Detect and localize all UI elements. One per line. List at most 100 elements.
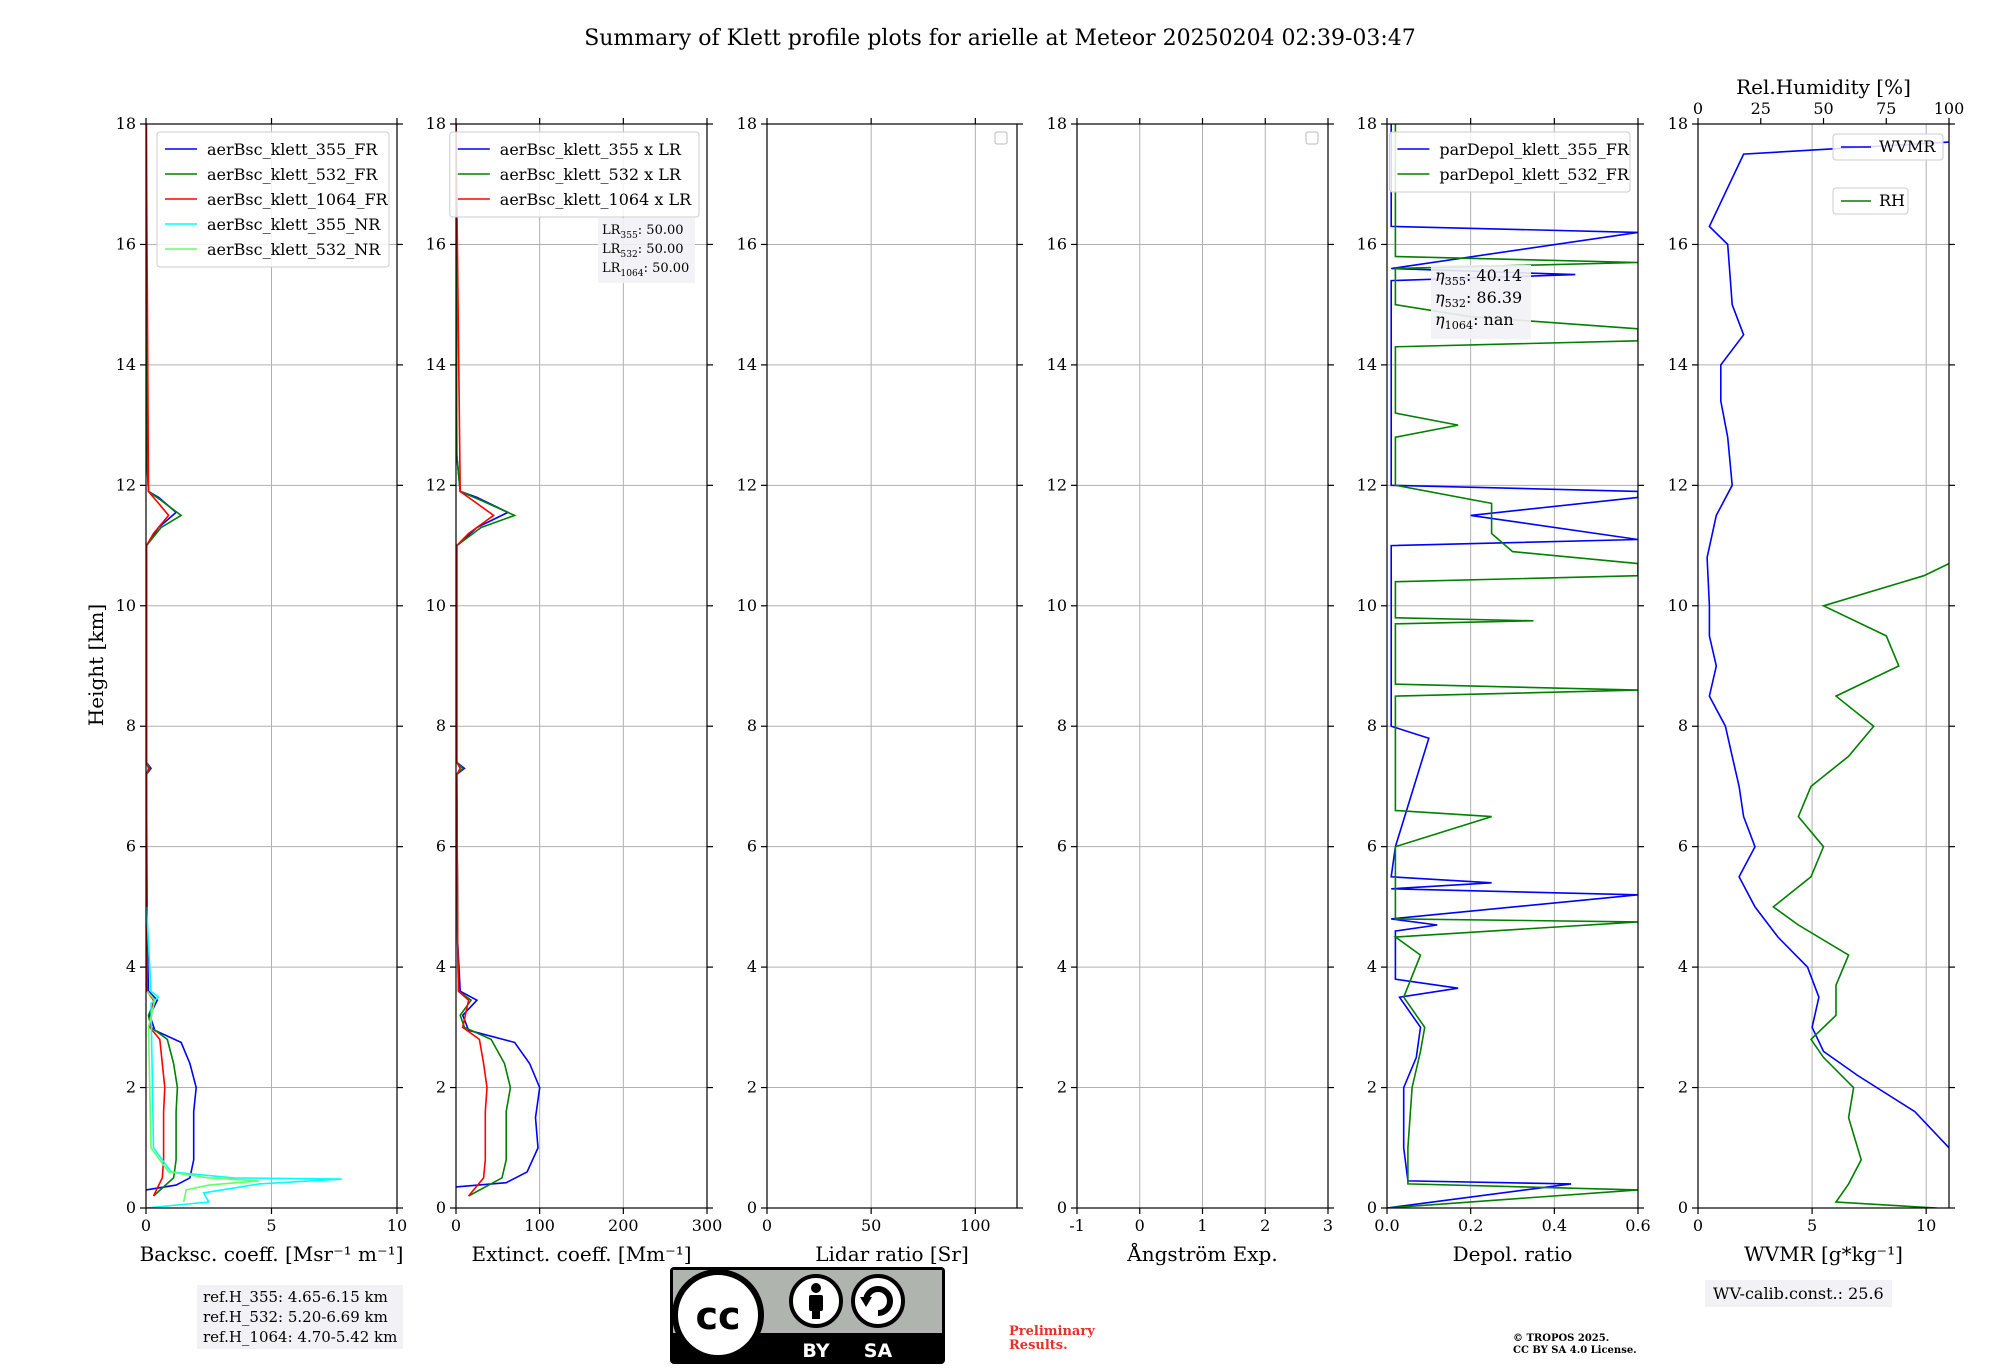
y-tick-label: 0 <box>1367 1198 1377 1217</box>
y-tick-label: 18 <box>426 114 446 133</box>
y-tick-label: 0 <box>126 1198 136 1217</box>
empty-legend-box <box>994 131 1008 145</box>
annotation-subscript: 532 <box>620 250 637 260</box>
y-tick-label: 16 <box>1668 234 1688 253</box>
annotation-value: : nan <box>1473 310 1514 329</box>
y-tick-label: 10 <box>1357 596 1377 615</box>
x-tick-label: 10 <box>1916 1216 1936 1235</box>
legend-wvmr: WVMR <box>1832 133 1944 161</box>
y-tick-label: 18 <box>1668 114 1688 133</box>
x-axis-label: WVMR [g*kg⁻¹] <box>1744 1242 1903 1266</box>
preliminary-line-1: Preliminary <box>1009 1324 1095 1339</box>
y-tick-label: 12 <box>737 475 757 494</box>
y-tick-label: 8 <box>1678 716 1688 735</box>
annotation-value: : 40.14 <box>1466 266 1522 285</box>
y-tick-label: 8 <box>747 716 757 735</box>
annotation-symbol: LR <box>602 223 622 238</box>
y-tick-label: 4 <box>1678 957 1688 976</box>
y-tick-label: 6 <box>1678 837 1688 856</box>
annotation-symbol: η <box>1435 288 1445 307</box>
x-tick-label: 0.2 <box>1458 1216 1483 1235</box>
x-tick-label: 100 <box>960 1216 991 1235</box>
series-group <box>1706 141 1949 1208</box>
annotation-symbol: η <box>1435 266 1445 285</box>
x-axis-label: Lidar ratio [Sr] <box>815 1242 969 1266</box>
y-tick-label: 4 <box>1367 957 1377 976</box>
y-tick-label: 12 <box>1668 475 1688 494</box>
legend-label: aerBsc_klett_532 x LR <box>500 165 682 184</box>
empty-legend-box <box>1305 131 1319 145</box>
y-tick-label: 10 <box>1047 596 1067 615</box>
legend-label: aerBsc_klett_1064_FR <box>207 190 389 209</box>
x-tick-label: 0.4 <box>1542 1216 1567 1235</box>
y-tick-label: 4 <box>436 957 446 976</box>
y-tick-label: 0 <box>436 1198 446 1217</box>
y-tick-label: 18 <box>116 114 136 133</box>
copyright-line-1: © TROPOS 2025. <box>1513 1333 1610 1344</box>
y-tick-label: 14 <box>1357 355 1377 374</box>
y-tick-label: 14 <box>426 355 446 374</box>
figure-title: Summary of Klett profile plots for ariel… <box>584 26 1416 51</box>
y-tick-label: 12 <box>1357 475 1377 494</box>
annotation-subscript: 532 <box>1445 297 1466 310</box>
wv-calibration-text: WV-calib.const.: 25.6 <box>1713 1284 1884 1303</box>
y-tick-label: 12 <box>116 475 136 494</box>
y-tick-label: 4 <box>126 957 136 976</box>
annotation-subscript: 1064 <box>620 269 643 279</box>
y-tick-label: 16 <box>426 234 446 253</box>
x2-tick-label: 75 <box>1876 99 1896 118</box>
legend-label: aerBsc_klett_532_NR <box>207 240 381 259</box>
y-tick-label: 10 <box>737 596 757 615</box>
x-tick-label: 0 <box>762 1216 772 1235</box>
y-tick-label: 4 <box>747 957 757 976</box>
x-tick-label: 50 <box>861 1216 881 1235</box>
x2-tick-label: 50 <box>1813 99 1833 118</box>
legend-rh: RH <box>1832 187 1909 215</box>
y-tick-label: 2 <box>1678 1078 1688 1097</box>
y-tick-label: 6 <box>1367 837 1377 856</box>
x-tick-label: 0 <box>1135 1216 1145 1235</box>
figure: Summary of Klett profile plots for ariel… <box>84 26 1965 1266</box>
x-tick-label: 5 <box>266 1216 276 1235</box>
panel-1: 0 2 4 6 8 10 12 14 16 18 0 5 10 Backsc. coeff. [Msr⁻¹… <box>116 114 408 1266</box>
x2-axis-label: Rel.Humidity [%] <box>1736 75 1911 99</box>
legend-label: aerBsc_klett_355 x LR <box>500 140 682 159</box>
legend-label: aerBsc_klett_532_FR <box>207 165 378 184</box>
y-tick-label: 8 <box>1057 716 1067 735</box>
axes-frame <box>766 123 1018 1209</box>
legend: aerBsc_klett_355 x LR aerBsc_klett_532 x … <box>449 131 700 218</box>
x-tick-label: 100 <box>524 1216 555 1235</box>
y-tick-label: 18 <box>1357 114 1377 133</box>
legend-label: aerBsc_klett_1064 x LR <box>500 190 692 209</box>
y-tick-label: 10 <box>1668 596 1688 615</box>
ref-height-532: ref.H_532: 5.20-6.69 km <box>203 1308 388 1326</box>
y-tick-label: 8 <box>126 716 136 735</box>
y-tick-label: 6 <box>126 837 136 856</box>
x-tick-label: -1 <box>1069 1216 1085 1235</box>
panel-6: 0 2 4 6 8 10 12 14 16 18 0 5 10 WVMR [g*kg⁻¹] 0 25 50 75 1… <box>1668 75 1965 1266</box>
y-tick-label: 14 <box>737 355 757 374</box>
annotation-value: : 86.39 <box>1466 288 1522 307</box>
axes-frame <box>1697 123 1950 1209</box>
legend-label: RH <box>1879 191 1905 210</box>
legend-label: parDepol_klett_355_FR <box>1439 140 1630 159</box>
annotation-symbol: η <box>1435 310 1445 329</box>
wv-calibration-box: WV-calib.const.: 25.6 <box>1705 1280 1892 1307</box>
panel-4: 024681012141618-1 0 1 2 3Ångström Exp. <box>1047 114 1334 1266</box>
x-tick-label: 0 <box>1693 1216 1703 1235</box>
y-tick-label: 0 <box>747 1198 757 1217</box>
annotation-value: : 50.00 <box>644 261 690 276</box>
annotation-value: : 50.00 <box>638 223 684 238</box>
panel-5: 0 2 4 6 8 10 12 14 16 18 0.0 0.2 0.4 0.6 Depol. ratio p… <box>1357 114 1651 1266</box>
x-tick-label: 200 <box>608 1216 639 1235</box>
ref-height-355: ref.H_355: 4.65-6.15 km <box>203 1288 388 1306</box>
y-tick-label: 14 <box>116 355 136 374</box>
x2-tick-label: 25 <box>1751 99 1771 118</box>
y-tick-label: 16 <box>1357 234 1377 253</box>
panel-2: 0 2 4 6 8 10 12 14 16 18 0 100 200 300Extinct. coeff.… <box>426 114 723 1266</box>
x-axis-label: Extinct. coeff. [Mm⁻¹] <box>471 1242 691 1266</box>
y-tick-label: 18 <box>737 114 757 133</box>
cc-text: cc <box>695 1294 740 1338</box>
y-tick-label: 2 <box>1367 1078 1377 1097</box>
y-tick-label: 18 <box>1047 114 1067 133</box>
